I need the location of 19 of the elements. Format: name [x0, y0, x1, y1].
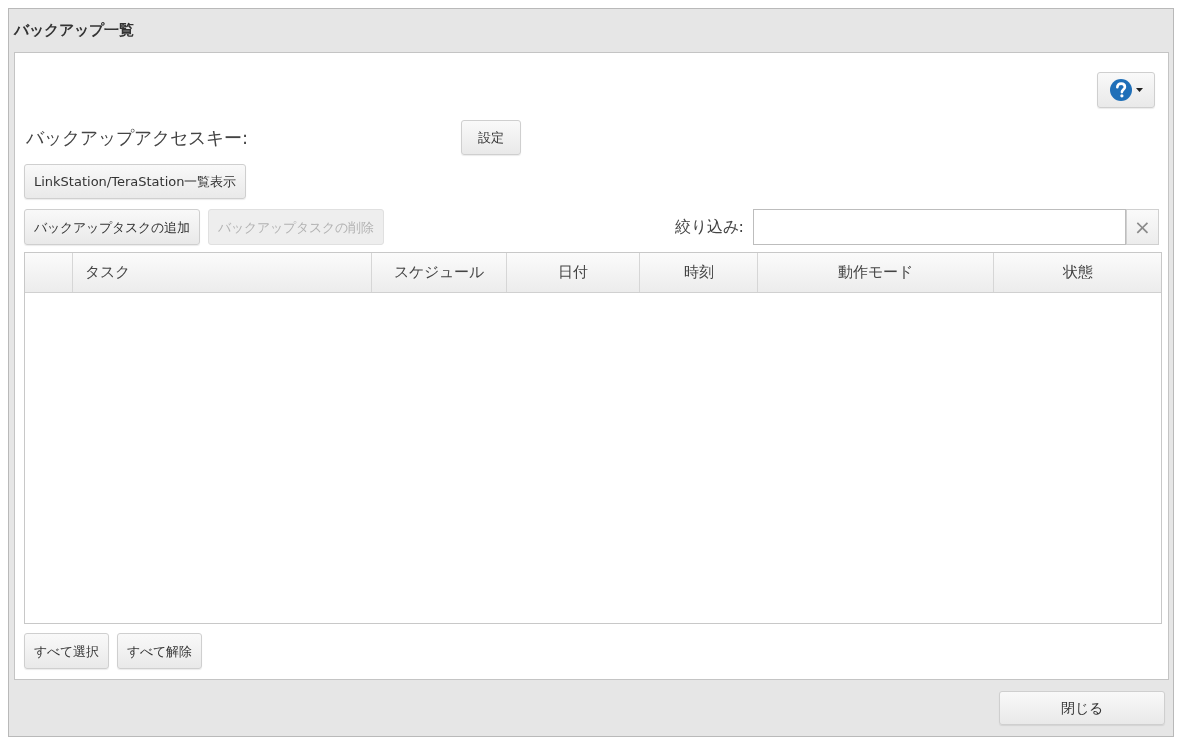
column-header: 状態 [1061, 262, 1094, 284]
deselect-all-button[interactable]: すべて解除 [117, 633, 202, 669]
help-icon [1109, 79, 1132, 101]
column-header: 時刻 [640, 253, 758, 292]
filter-input[interactable] [753, 209, 1126, 245]
caret-icon [1135, 88, 1143, 92]
settings-button[interactable]: 設定 [461, 120, 521, 155]
add-task-button[interactable]: バックアップタスクの追加 [24, 209, 200, 245]
column-header: タスク [73, 253, 372, 292]
column-header: スケジュール [372, 253, 507, 292]
select-all-button[interactable]: すべて選択 [24, 633, 109, 669]
filter-label: 絞り込み: [674, 216, 744, 238]
window-title: バックアップ一覧 [14, 20, 134, 42]
access-key-label: バックアップアクセスキー: [25, 126, 250, 150]
column-header: 日付 [507, 253, 640, 292]
device-list-button[interactable]: LinkStation/TeraStation一覧表示 [24, 164, 247, 199]
help-button[interactable] [1097, 72, 1155, 108]
close-button[interactable]: 閉じる [999, 691, 1165, 725]
column-header: 動作モード [758, 253, 994, 292]
